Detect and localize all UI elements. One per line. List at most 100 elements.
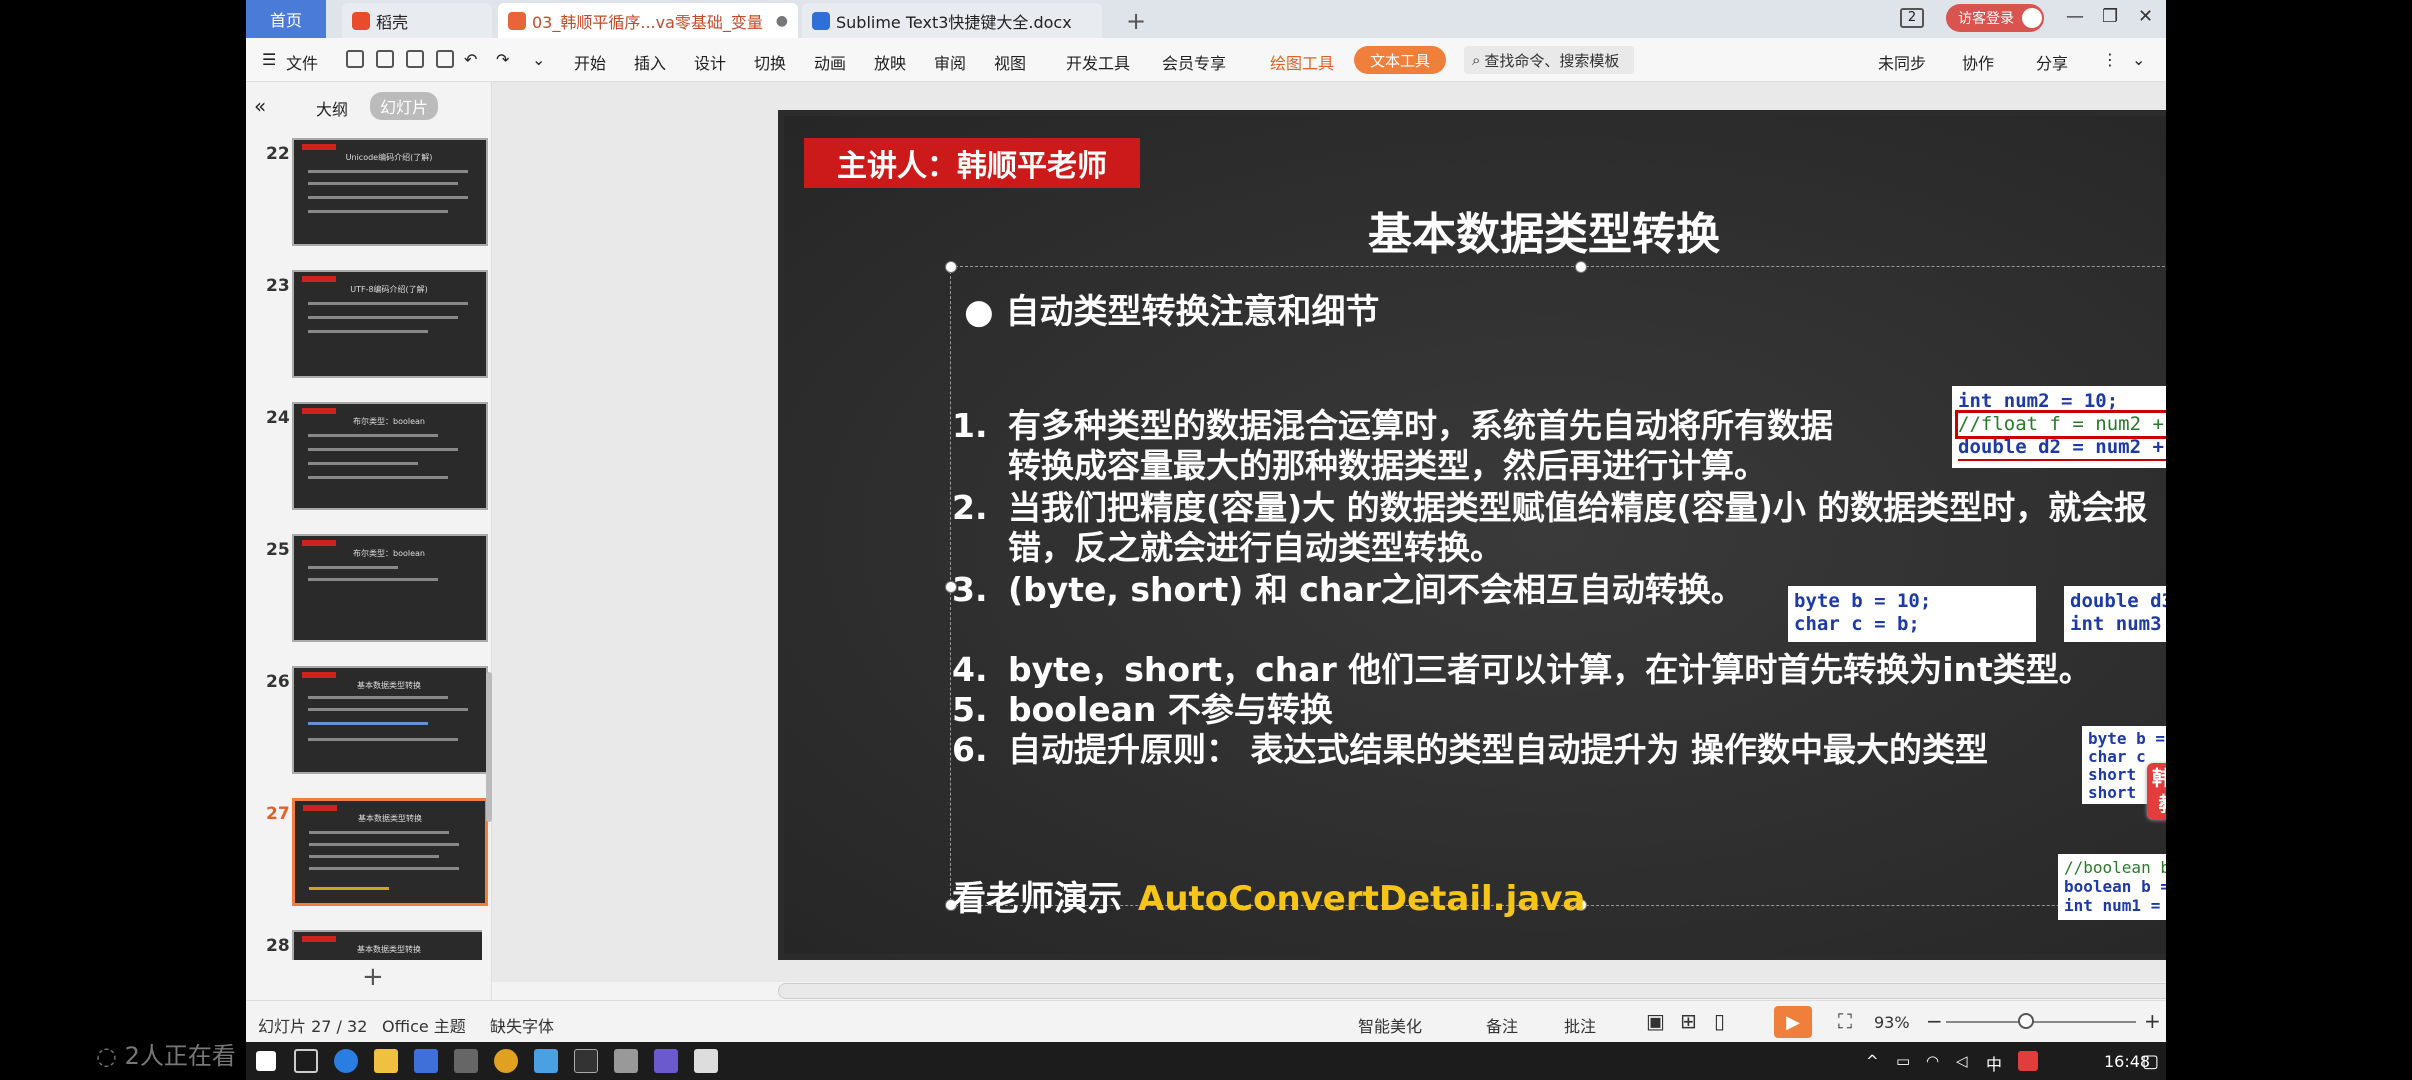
menu-animation[interactable]: 动画: [814, 50, 846, 74]
rule-item-5[interactable]: 5. boolean 不参与转换: [952, 690, 1333, 730]
zoom-in-icon[interactable]: +: [2144, 1009, 2161, 1033]
edge-icon[interactable]: [334, 1049, 358, 1073]
menu-developer[interactable]: 开发工具: [1066, 50, 1130, 74]
rule-item-1-cont[interactable]: 转换成容量最大的那种数据类型，然后再进行计算。: [1008, 446, 1767, 486]
volume-icon[interactable]: ◁: [1956, 1052, 1968, 1070]
theme-name[interactable]: Office 主题: [382, 1013, 466, 1037]
menu-transition[interactable]: 切换: [754, 50, 786, 74]
code-snippet-5[interactable]: //boolean b = 1;boolean b = true;int num…: [2058, 854, 2166, 920]
notification-icon[interactable]: ▢: [2142, 1051, 2159, 1072]
normal-view-icon[interactable]: ▣: [1646, 1009, 1665, 1033]
rule-item-1[interactable]: 1. 有多种类型的数据混合运算时，系统首先自动将所有数据: [952, 406, 1833, 446]
chrome-icon[interactable]: [494, 1049, 518, 1073]
add-slide-icon[interactable]: +: [362, 962, 384, 992]
print-icon[interactable]: [406, 50, 424, 68]
unsynced-status[interactable]: 未同步: [1878, 50, 1926, 74]
window-count-badge[interactable]: 2: [1900, 8, 1924, 28]
resize-handle[interactable]: [945, 261, 957, 273]
horizontal-scrollbar[interactable]: [778, 983, 2166, 999]
zoom-slider-knob[interactable]: [2018, 1013, 2034, 1029]
collapse-ribbon-icon[interactable]: ⌄: [2132, 50, 2145, 69]
slides-tab[interactable]: 幻灯片: [370, 92, 439, 120]
app-icon[interactable]: [694, 1049, 718, 1073]
rule-item-3[interactable]: 3. (byte, short) 和 char之间不会相互自动转换。: [952, 570, 1744, 610]
thumb-27-selected[interactable]: 27 基本数据类型转换: [252, 798, 488, 910]
tab-home[interactable]: 首页: [246, 0, 326, 38]
thumb-26[interactable]: 26 基本数据类型转换: [252, 666, 488, 778]
menu-file[interactable]: 文件: [286, 50, 318, 74]
thumb-22[interactable]: 22 Unicode编码介绍(了解): [252, 138, 488, 250]
new-tab-button[interactable]: +: [1116, 3, 1156, 38]
menu-review[interactable]: 审阅: [934, 50, 966, 74]
tray-arrow-icon[interactable]: ^: [1866, 1052, 1879, 1070]
smart-beautify[interactable]: 智能美化: [1358, 1013, 1422, 1037]
slide-title[interactable]: 基本数据类型转换: [1274, 198, 1814, 262]
more-menu-icon[interactable]: ⋮: [2102, 50, 2118, 69]
bullet-heading[interactable]: ● 自动类型转换注意和细节: [964, 284, 1380, 333]
grid-view-icon[interactable]: ⊞: [1680, 1009, 1697, 1033]
collapse-panel-icon[interactable]: «: [254, 94, 266, 118]
preview-icon[interactable]: [436, 50, 454, 68]
menu-text-tool[interactable]: 文本工具: [1354, 46, 1446, 74]
tab-presentation[interactable]: 03_韩顺平循序...va零基础_变量 ●: [498, 3, 798, 38]
sogou-icon[interactable]: [2018, 1051, 2038, 1071]
app-icon[interactable]: [534, 1049, 558, 1073]
reading-view-icon[interactable]: ▯: [1714, 1009, 1725, 1033]
code-snippet-3[interactable]: double d3 = 100;int num3 = 1.1;/: [2064, 586, 2166, 642]
menu-member[interactable]: 会员专享: [1162, 50, 1226, 74]
app-icon[interactable]: [654, 1049, 678, 1073]
rule-item-2-cont[interactable]: 错，反之就会进行自动类型转换。: [1008, 528, 1503, 568]
app-icon[interactable]: [454, 1049, 478, 1073]
hamburger-icon[interactable]: ☰: [262, 50, 276, 69]
explorer-icon[interactable]: [374, 1049, 398, 1073]
ime-toolbar[interactable]: 韩顺平教 育 中 ☾ ⌨ 👕 🔧: [2147, 763, 2166, 819]
zoom-level[interactable]: 93%: [1874, 1013, 1910, 1032]
menu-start[interactable]: 开始: [574, 50, 606, 74]
rule-item-2[interactable]: 2. 当我们把精度(容量)大 的数据类型赋值给精度(容量)小 的数据类型时，就会报: [952, 488, 2147, 528]
outline-tab[interactable]: 大纲: [316, 96, 348, 120]
rule-item-4[interactable]: 4. byte，short，char 他们三者可以计算，在计算时首先转换为int类…: [952, 650, 2092, 690]
tab-daoke[interactable]: 稻壳: [342, 3, 492, 38]
resize-handle[interactable]: [1575, 261, 1587, 273]
start-icon[interactable]: [256, 1051, 276, 1071]
export-icon[interactable]: [376, 50, 394, 68]
thumb-25[interactable]: 25 布尔类型：boolean: [252, 534, 488, 646]
thumb-24[interactable]: 24 布尔类型：boolean: [252, 402, 488, 514]
play-icon[interactable]: ▶: [1774, 1006, 1812, 1038]
code-snippet-2[interactable]: byte b = 10; char c = b;: [1788, 586, 2036, 642]
notes-button[interactable]: 备注: [1486, 1013, 1518, 1037]
zoom-out-icon[interactable]: −: [1926, 1009, 1943, 1033]
zoom-slider[interactable]: [1946, 1021, 2136, 1023]
menu-slideshow[interactable]: 放映: [874, 50, 906, 74]
redo-icon[interactable]: ↷: [496, 50, 509, 69]
menu-draw-tool[interactable]: 绘图工具: [1270, 50, 1334, 74]
undo-icon[interactable]: ↶: [464, 50, 477, 69]
save-icon[interactable]: [346, 50, 364, 68]
network-icon[interactable]: ▭: [1896, 1052, 1910, 1070]
comments-button[interactable]: 批注: [1564, 1013, 1596, 1037]
terminal-icon[interactable]: [574, 1049, 598, 1073]
demo-line[interactable]: 看老师演示 AutoConvertDetail.java: [952, 871, 1585, 920]
menu-insert[interactable]: 插入: [634, 50, 666, 74]
tab-close-icon[interactable]: ●: [776, 13, 788, 29]
calculator-icon[interactable]: [614, 1049, 638, 1073]
command-search[interactable]: ⌕ 查找命令、搜索模板: [1464, 46, 1634, 74]
fit-screen-icon[interactable]: ⛶: [1838, 1009, 1852, 1033]
thumb-23[interactable]: 23 UTF-8编码介绍(了解): [252, 270, 488, 382]
wifi-icon[interactable]: ◠: [1926, 1052, 1939, 1070]
more-icon[interactable]: ⌄: [532, 50, 545, 69]
taskbar-ime[interactable]: 中: [1986, 1051, 2002, 1075]
wps-icon[interactable]: [414, 1049, 438, 1073]
restore-icon[interactable]: ❐: [2102, 6, 2118, 27]
menu-view[interactable]: 视图: [994, 50, 1026, 74]
missing-font[interactable]: 缺失字体: [490, 1013, 554, 1037]
minimize-icon[interactable]: —: [2066, 6, 2084, 27]
code-snippet-1[interactable]: int num2 = 10;//float f = num2 + 1.2;dou…: [1952, 386, 2166, 468]
close-icon[interactable]: ✕: [2138, 6, 2153, 27]
task-view-icon[interactable]: [294, 1049, 318, 1073]
thumb-28[interactable]: 28 基本数据类型转换: [252, 930, 482, 960]
login-button[interactable]: 访客登录: [1946, 4, 2044, 32]
rule-item-6[interactable]: 6. 自动提升原则： 表达式结果的类型自动提升为 操作数中最大的类型: [952, 730, 1988, 770]
tab-document[interactable]: Sublime Text3快捷键大全.docx: [802, 3, 1102, 38]
collab-button[interactable]: 协作: [1962, 50, 1994, 74]
